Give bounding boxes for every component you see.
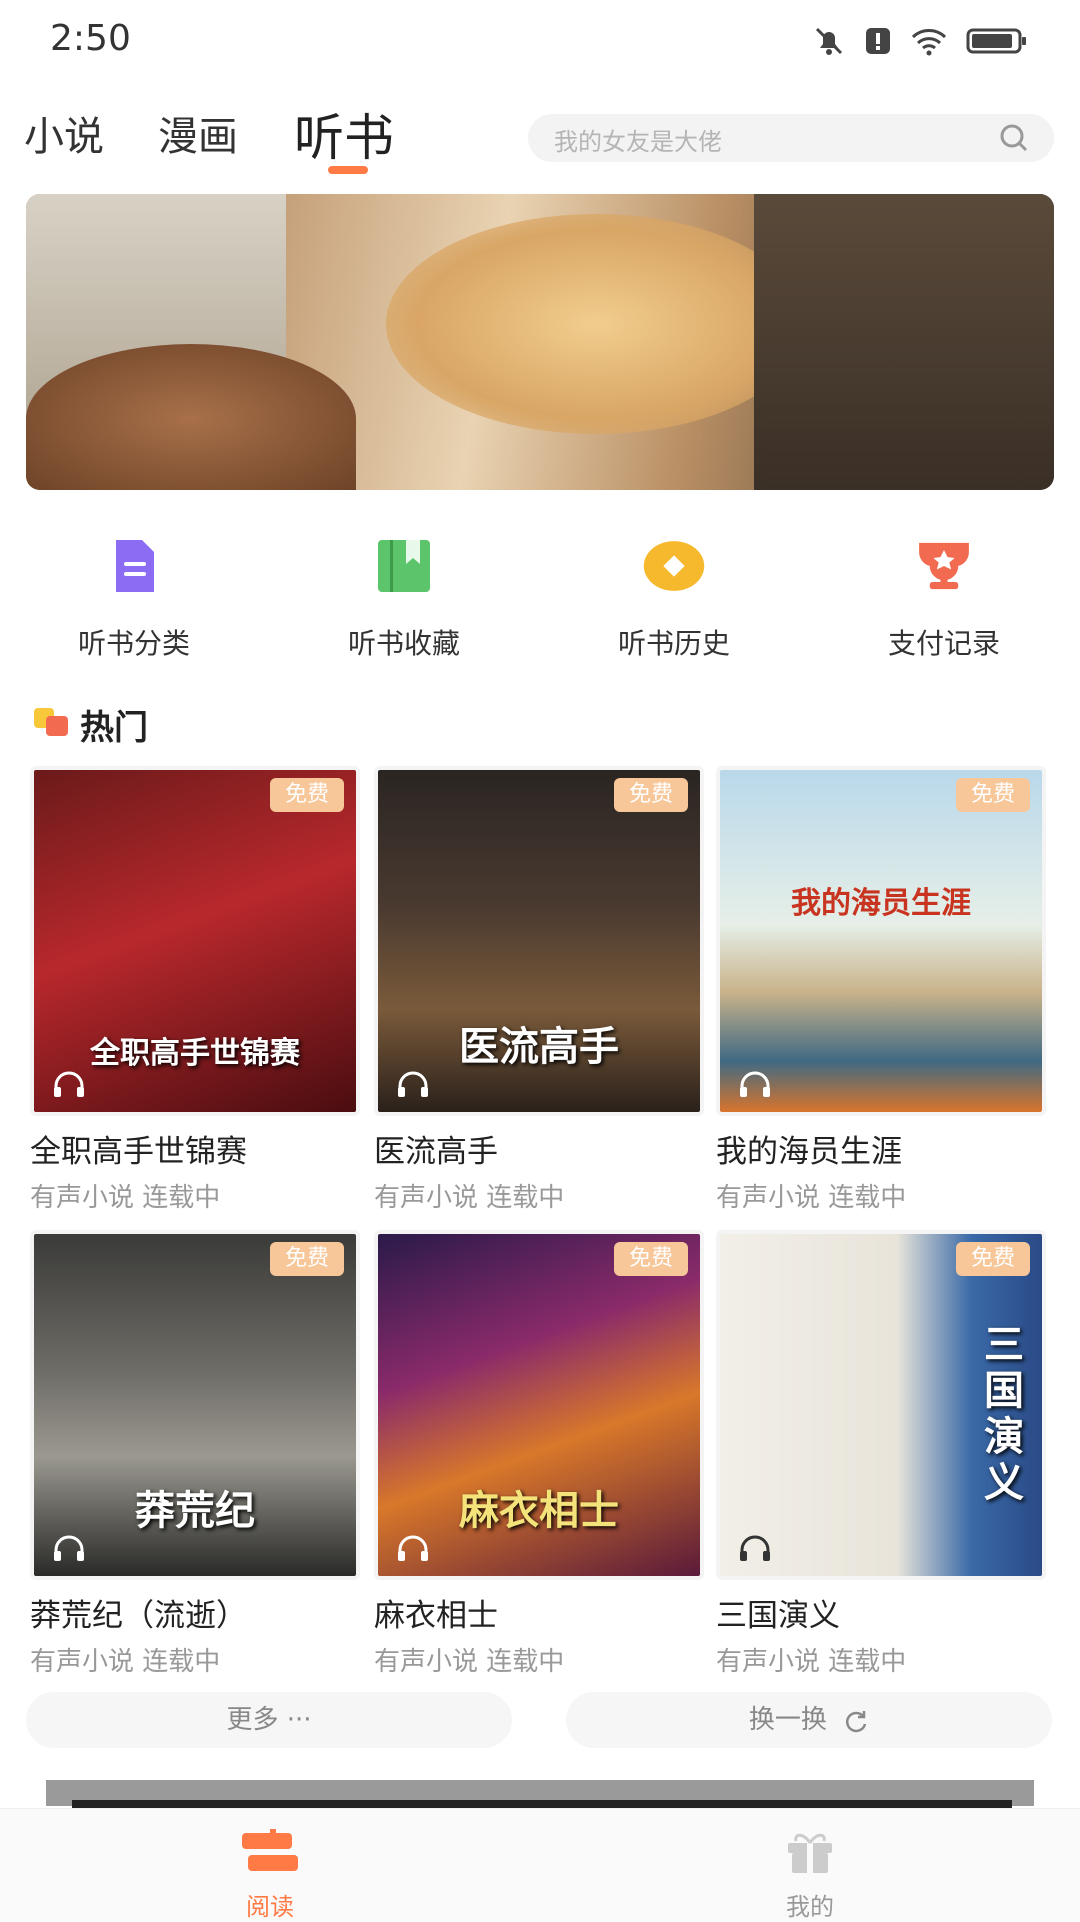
hot-section-icon [34,708,68,736]
promo-banner[interactable] [26,194,1054,490]
headphones-icon [54,1535,84,1561]
book-cover[interactable]: 免费 莽荒纪 [30,1230,360,1580]
book-cover[interactable]: 免费 麻衣相士 [374,1230,704,1580]
entry-label: 听书分类 [77,627,190,660]
entry-audiobook-favorites[interactable]: 听书收藏 [304,534,504,662]
headphones-icon [398,1535,428,1561]
wifi-icon [911,29,947,56]
more-button[interactable]: 更多 ··· [26,1692,512,1748]
book-subtitle: 有声小说 连载中 [374,1183,565,1213]
book-card[interactable]: 免费 我的海员生涯 我的海员生涯 有声小说 连载中 [716,766,1046,1214]
free-badge: 免费 [956,1242,1030,1276]
cover-title: 全职高手世锦赛 [90,1036,300,1071]
nav-read[interactable]: 阅读 [170,1829,370,1922]
entry-label: 听书收藏 [347,627,460,660]
refresh-icon [846,1710,867,1732]
book-subtitle: 有声小说 连载中 [716,1647,907,1677]
free-badge: 免费 [956,778,1030,812]
book-name[interactable]: 三国演义 [716,1590,1046,1635]
cover-title: 麻衣相士 [459,1488,619,1534]
book-name[interactable]: 麻衣相士 [374,1590,704,1635]
entry-audiobook-category[interactable]: 听书分类 [34,534,234,662]
book-name[interactable]: 我的海员生涯 [716,1126,1046,1171]
book-card[interactable]: 免费 医流高手 医流高手 有声小说 连载中 [374,766,704,1214]
alert-icon [866,28,890,54]
refresh-button[interactable]: 换一换 [566,1692,1052,1748]
tab-novel[interactable]: 小说 [24,104,104,162]
cover-title: 三国演义 [984,1322,1024,1506]
battery-icon [966,28,1026,54]
headphones-icon [398,1071,428,1097]
book-cover[interactable]: 免费 医流高手 [374,766,704,1116]
book-subtitle: 有声小说 连载中 [30,1647,221,1677]
book-name[interactable]: 全职高手世锦赛 [30,1126,360,1171]
status-time: 2:50 [50,18,131,59]
headphones-icon [740,1535,770,1561]
book-card[interactable]: 免费 莽荒纪 莽荒纪（流逝） 有声小说 连载中 [30,1230,360,1678]
book-cover[interactable]: 免费 全职高手世锦赛 [30,766,360,1116]
bottom-nav: 阅读 我的 [0,1808,1080,1921]
book-card[interactable]: 免费 三国演义 三国演义 有声小说 连载中 [716,1230,1046,1678]
bookmark-book-icon [378,540,430,592]
book-cover[interactable]: 免费 我的海员生涯 [716,766,1046,1116]
headphones-icon [54,1071,84,1097]
cover-title: 医流高手 [459,1024,619,1070]
book-name[interactable]: 医流高手 [374,1126,704,1171]
book-card[interactable]: 免费 麻衣相士 麻衣相士 有声小说 连载中 [374,1230,704,1678]
headphones-icon [740,1071,770,1097]
trophy-icon [919,542,969,590]
book-subtitle: 有声小说 连载中 [374,1647,565,1677]
book-card[interactable]: 免费 全职高手世锦赛 全职高手世锦赛 有声小说 连载中 [30,766,360,1214]
status-bar: 2:50 [0,0,1080,80]
book-stack-icon [242,1829,298,1871]
book-subtitle: 有声小说 连载中 [30,1183,221,1213]
search-placeholder: 我的女友是大佬 [554,128,722,156]
cover-title: 我的海员生涯 [791,886,971,921]
free-badge: 免费 [614,778,688,812]
entry-audiobook-history[interactable]: 听书历史 [574,534,774,662]
free-badge: 免费 [614,1242,688,1276]
tab-audiobook[interactable]: 听书 [294,98,394,170]
status-icons [812,24,1028,58]
nav-label: 我的 [786,1893,834,1921]
tab-comic[interactable]: 漫画 [158,104,238,162]
nav-mine[interactable]: 我的 [710,1829,910,1922]
entry-label: 听书历史 [617,627,730,660]
section-title-hot: 热门 [80,708,148,748]
entry-payment-records[interactable]: 支付记录 [844,534,1044,662]
cover-title: 莽荒纪 [135,1488,255,1534]
gift-icon [788,1833,832,1873]
diamond-coin-icon [643,541,705,591]
book-subtitle: 有声小说 连载中 [716,1183,907,1213]
refresh-label: 换一换 [748,1705,827,1735]
mute-bell-icon [815,27,843,55]
search-icon[interactable] [998,122,1030,154]
book-cover[interactable]: 免费 三国演义 [716,1230,1046,1580]
free-badge: 免费 [270,778,344,812]
active-tab-indicator [328,166,368,174]
nav-label: 阅读 [246,1893,294,1921]
entry-label: 支付记录 [887,627,1000,660]
search-bar[interactable]: 我的女友是大佬 [528,114,1054,162]
free-badge: 免费 [270,1242,344,1276]
document-icon [116,540,154,592]
book-name[interactable]: 莽荒纪（流逝） [30,1590,360,1635]
